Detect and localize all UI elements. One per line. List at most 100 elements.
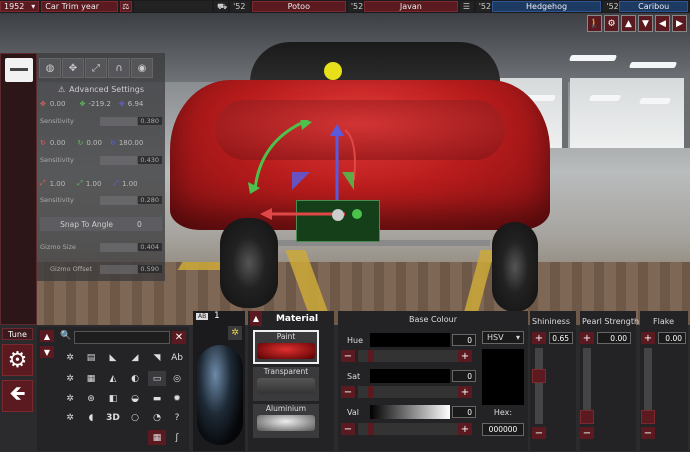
hue-minus[interactable]: − xyxy=(341,350,355,362)
gear-icon[interactable]: ⚙ xyxy=(604,15,619,32)
flake-plus[interactable]: + xyxy=(641,332,655,344)
val-minus[interactable]: − xyxy=(341,423,355,435)
lock-icon[interactable]: ⊛ xyxy=(82,391,100,406)
entry-name[interactable]: Potoo xyxy=(251,1,346,12)
search-input[interactable] xyxy=(74,331,170,344)
snap-to-angle[interactable]: Snap To Angle 0 xyxy=(40,217,162,231)
pos-y-value[interactable]: -219.2 xyxy=(88,100,111,108)
globe-icon[interactable]: ◍ xyxy=(39,58,61,78)
pearl-minus[interactable]: − xyxy=(580,427,594,439)
sensitivity-row[interactable]: Sensitivity 0.280 xyxy=(40,194,162,206)
sort-down-button[interactable]: ▼ xyxy=(40,346,54,358)
colour-mode-dropdown[interactable]: HSV ▾ xyxy=(482,331,524,344)
entry-name[interactable]: Javan xyxy=(363,1,458,12)
settings-gear-button[interactable]: ⚙ xyxy=(2,344,33,376)
arrow-right-icon[interactable]: ▶ xyxy=(672,15,687,32)
close-icon[interactable]: ✕ xyxy=(172,331,186,344)
bar-icon[interactable]: ▬ xyxy=(148,391,166,406)
plate-icon[interactable]: ▭ xyxy=(148,371,166,386)
grid-icon[interactable]: ▦ xyxy=(82,371,100,386)
val-plus[interactable]: + xyxy=(458,423,472,435)
bulb-icon[interactable]: ✲ xyxy=(61,371,79,386)
sensitivity-row[interactable]: Sensitivity 0.430 xyxy=(40,154,162,166)
pos-z-value[interactable]: 6.94 xyxy=(128,100,144,108)
shininess-minus[interactable]: − xyxy=(532,427,546,439)
flake-minus[interactable]: − xyxy=(641,427,655,439)
hue-plus[interactable]: + xyxy=(458,350,472,362)
sat-plus[interactable]: + xyxy=(458,386,472,398)
pearl-plus[interactable]: + xyxy=(580,332,594,344)
flake-value[interactable]: 0.00 xyxy=(658,332,686,344)
arrow-left-icon[interactable]: ◀ xyxy=(655,15,670,32)
bulb-icon[interactable]: ✲ xyxy=(61,391,79,406)
val-value[interactable]: 0 xyxy=(452,406,476,418)
stripe-icon[interactable]: ◧ xyxy=(104,391,122,406)
shininess-value[interactable]: 0.65 xyxy=(549,332,573,344)
3d-icon[interactable]: 3D xyxy=(104,410,122,425)
shininess-track[interactable] xyxy=(535,348,543,424)
arrow-up-icon[interactable]: ▲ xyxy=(250,311,262,326)
val-slider[interactable] xyxy=(358,423,458,435)
pearl-value[interactable]: 0.00 xyxy=(597,332,631,344)
rot-z-value[interactable]: 180.00 xyxy=(119,139,144,147)
sensitivity-row[interactable]: Sensitivity 0.380 xyxy=(40,115,162,127)
scale-icon[interactable]: ⤢ xyxy=(85,58,107,78)
lamp-icon[interactable]: ◖ xyxy=(82,410,100,425)
back-button[interactable]: 🡸 xyxy=(2,380,33,412)
entry-name[interactable]: Caribou xyxy=(619,1,688,12)
eye-icon[interactable]: ◉ xyxy=(131,58,153,78)
flake-thumb[interactable] xyxy=(641,410,655,424)
shape-icon[interactable]: ◢ xyxy=(126,350,144,365)
scale-y-value[interactable]: 1.00 xyxy=(86,180,102,188)
transform-gizmo-x[interactable] xyxy=(250,200,390,240)
scales-icon[interactable]: ⚖ xyxy=(119,1,132,12)
sat-value[interactable]: 0 xyxy=(452,370,476,382)
sat-bar[interactable] xyxy=(370,369,450,383)
sort-up-button[interactable]: ▲ xyxy=(40,330,54,342)
pearl-thumb[interactable] xyxy=(580,410,594,424)
chart-icon[interactable]: ◣ xyxy=(104,350,122,365)
trim-mode-field[interactable]: Car Trim year xyxy=(41,1,118,12)
sat-slider[interactable] xyxy=(358,386,458,398)
hex-input[interactable]: 000000 xyxy=(482,423,524,436)
gizmo-size-row[interactable]: Gizmo Size 0.404 xyxy=(40,241,162,253)
material-paint[interactable]: Paint xyxy=(253,330,319,364)
entry-name[interactable]: Hedgehog xyxy=(491,1,602,12)
oval-icon[interactable]: ◐ xyxy=(126,371,144,386)
grid-add-icon[interactable]: ▦ xyxy=(148,430,166,445)
arrow-up-icon[interactable]: ▲ xyxy=(621,15,636,32)
triangle-icon[interactable]: ◭ xyxy=(104,371,122,386)
walk-icon[interactable]: 🚶 xyxy=(587,15,602,32)
bulb-icon[interactable]: ✲ xyxy=(228,326,242,340)
ruler-icon[interactable]: ◥ xyxy=(148,350,166,365)
circle-dot-icon[interactable]: ◎ xyxy=(168,371,186,386)
arrow-down-icon[interactable]: ▼ xyxy=(638,15,653,32)
scale-x-value[interactable]: 1.00 xyxy=(50,180,66,188)
bulb-icon[interactable]: ✲ xyxy=(61,350,79,365)
rot-y-value[interactable]: 0.00 xyxy=(86,139,102,147)
magnet-icon[interactable]: ∩ xyxy=(108,58,130,78)
hue-slider[interactable] xyxy=(358,350,458,362)
rot-x-value[interactable]: 0.00 xyxy=(50,139,66,147)
gizmo-center-ball[interactable] xyxy=(324,62,342,80)
wheel-icon[interactable]: ◔ xyxy=(148,410,166,425)
shininess-thumb[interactable] xyxy=(532,369,546,383)
material-aluminium[interactable]: Aluminium xyxy=(253,404,319,438)
link-icon[interactable]: ʃ xyxy=(168,430,186,445)
year-field[interactable]: 1952 ▾ xyxy=(0,1,40,12)
val-bar[interactable] xyxy=(370,405,450,419)
ring-icon[interactable]: ○ xyxy=(126,410,144,425)
hue-bar[interactable] xyxy=(370,333,450,347)
shininess-plus[interactable]: + xyxy=(532,332,546,344)
move-icon[interactable]: ✥ xyxy=(62,58,84,78)
bulb-icon[interactable]: ✲ xyxy=(61,410,79,425)
material-transparent[interactable]: Transparent xyxy=(253,367,319,401)
text-icon[interactable]: Ab xyxy=(168,350,186,365)
advanced-settings-header[interactable]: ⚠ Advanced Settings xyxy=(40,83,162,96)
gear-small-icon[interactable]: ✹ xyxy=(168,391,186,406)
help-icon[interactable]: ? xyxy=(168,410,186,425)
gizmo-offset-row[interactable]: Gizmo Offset 0.590 xyxy=(40,263,162,275)
panel-icon[interactable]: ▤ xyxy=(82,350,100,365)
lens-icon[interactable]: ◒ xyxy=(126,391,144,406)
hue-value[interactable]: 0 xyxy=(452,334,476,346)
